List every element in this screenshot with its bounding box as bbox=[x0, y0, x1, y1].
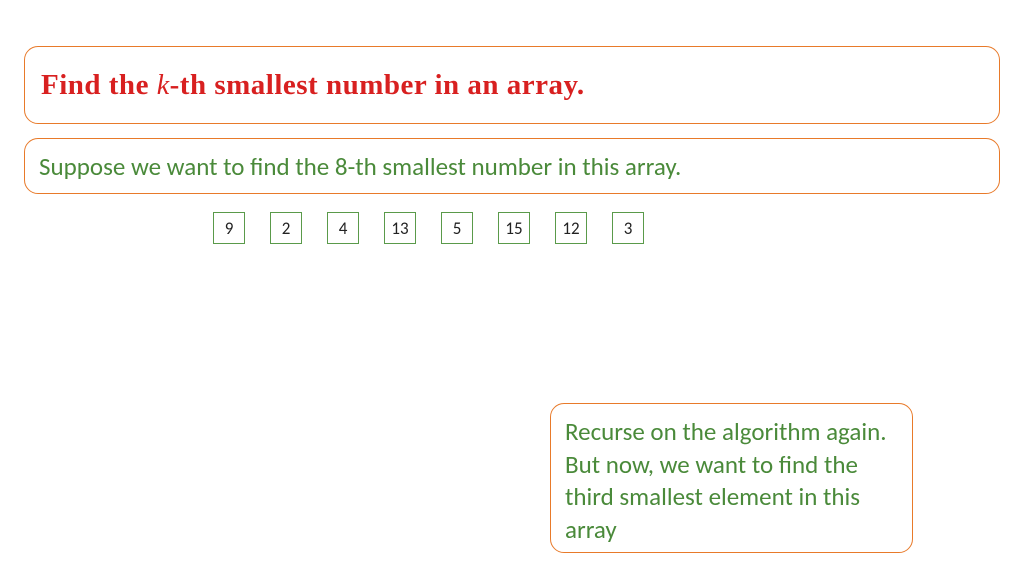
array-cell: 15 bbox=[498, 212, 530, 244]
subtitle-box: Suppose we want to find the 8-th smalles… bbox=[24, 138, 1000, 194]
subtitle-text: Suppose we want to find the 8-th smalles… bbox=[39, 151, 681, 182]
array-cell: 4 bbox=[327, 212, 359, 244]
array-cell: 12 bbox=[555, 212, 587, 244]
title-text: Find the k-th smallest number in an arra… bbox=[41, 69, 585, 102]
title-box: Find the k-th smallest number in an arra… bbox=[24, 46, 1000, 124]
array-container: 9 2 4 13 5 15 12 3 bbox=[213, 212, 644, 244]
array-cell: 5 bbox=[441, 212, 473, 244]
array-cell: 2 bbox=[270, 212, 302, 244]
title-suffix: -th smallest number in an array. bbox=[170, 69, 585, 101]
note-text: Recurse on the algorithm again. But now,… bbox=[565, 416, 898, 546]
title-prefix: Find the bbox=[41, 69, 157, 101]
array-cell: 3 bbox=[612, 212, 644, 244]
note-box: Recurse on the algorithm again. But now,… bbox=[550, 403, 913, 553]
array-cell: 9 bbox=[213, 212, 245, 244]
title-variable: k bbox=[157, 70, 170, 101]
array-cell: 13 bbox=[384, 212, 416, 244]
